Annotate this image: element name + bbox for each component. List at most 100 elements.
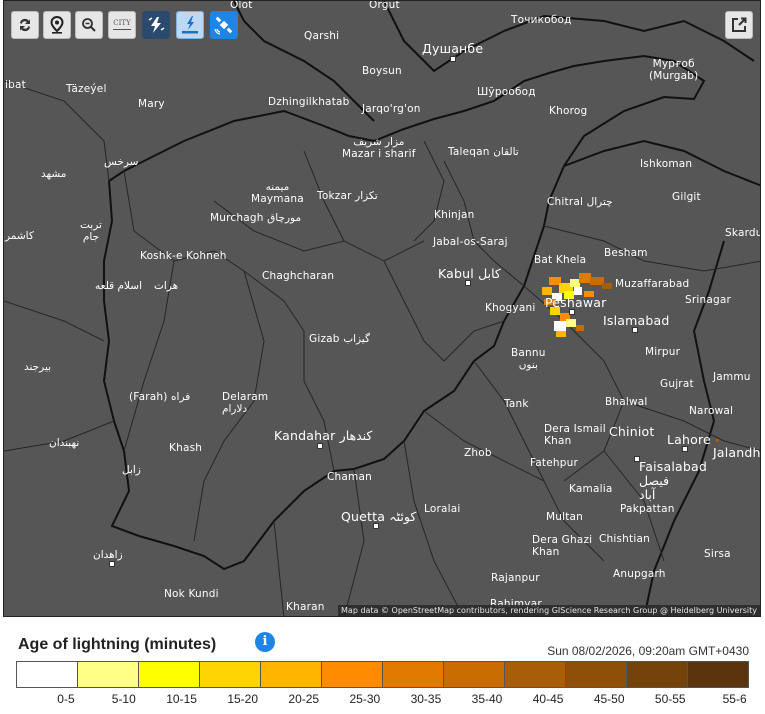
label-deraghazi: Dera Ghazi Khan <box>532 534 593 558</box>
label-nokkundi: Nok Kundi <box>164 588 219 600</box>
satellite-button[interactable] <box>210 11 238 39</box>
legend-tick-label: 10-15 <box>166 692 197 706</box>
city-dot <box>682 446 688 452</box>
legend-swatch <box>261 662 322 687</box>
city-toggle-button[interactable]: CITY <box>108 11 136 39</box>
label-qarshi: Qarshi <box>304 30 340 42</box>
label-islamabad: Islamabad <box>603 313 670 328</box>
legend-tick-label: 15-20 <box>227 692 259 706</box>
legend-swatch <box>505 662 566 687</box>
label-dushanbe: Душанбе <box>422 41 484 56</box>
label-zahedan: زاهدان <box>93 549 123 561</box>
city-toggle-label: CITY <box>113 19 131 27</box>
label-loralai: Loralai <box>424 503 461 515</box>
refresh-button[interactable] <box>11 11 39 39</box>
legend-swatch <box>383 662 444 687</box>
label-chaman: Chaman <box>327 471 372 483</box>
legend-swatch <box>627 662 688 687</box>
refresh-icon <box>20 18 30 32</box>
legend-swatch <box>444 662 505 687</box>
map-view[interactable]: Olot Orgut Точикобод Qarshi Душанбе Мурғ… <box>3 0 761 617</box>
label-sirsa: Sirsa <box>704 548 731 560</box>
label-narowal: Narowal <box>689 405 734 417</box>
label-rajanpur: Rajanpur <box>491 572 540 584</box>
legend-swatch <box>566 662 627 687</box>
label-boysun: Boysun <box>362 65 402 77</box>
label-mary: Mary <box>138 98 165 110</box>
legend-swatch <box>688 662 748 687</box>
label-lahore: Lahore <box>667 432 711 447</box>
legend-tick-label: 35-40 <box>471 692 503 706</box>
label-zabol: زابل <box>122 464 141 476</box>
label-khorog: Khorog <box>549 105 588 117</box>
label-kabul: Kabul کابل <box>438 266 501 281</box>
city-dot <box>465 280 471 286</box>
info-icon[interactable]: i <box>255 632 275 652</box>
lightning-strike-icon <box>182 16 198 34</box>
label-jammu: Jammu <box>713 371 751 383</box>
label-khash: Khash <box>169 442 203 454</box>
label-tokzar: Tokzar تکزار <box>317 190 378 202</box>
label-bhalwal: Bhalwal <box>605 396 648 408</box>
label-delaram: Delaram دلارام <box>222 391 269 415</box>
legend-swatch <box>17 662 78 687</box>
lightning-button[interactable] <box>142 11 170 39</box>
city-dot <box>634 456 640 462</box>
legend-swatch <box>78 662 139 687</box>
label-kandahar: Kandahar کندهار <box>274 428 373 443</box>
label-chiniot: Chiniot <box>609 424 655 439</box>
label-nehbandan: نهبندان <box>49 437 80 449</box>
label-koshk: Koshk-e Kohneh <box>140 250 227 262</box>
label-jarqorgon: Jarqo'rg'on <box>362 103 421 115</box>
label-peshawar: Peshawar <box>545 295 607 310</box>
label-shurobod: Шўрообод <box>477 86 536 98</box>
zoom-out-button[interactable] <box>75 11 103 39</box>
label-orgut: Orgut <box>369 0 400 11</box>
city-dot <box>317 443 323 449</box>
legend-tick-label: 55-6 <box>722 692 747 706</box>
legend-tick-label: 20-25 <box>288 692 320 706</box>
label-kashmar: کاشمر <box>5 230 34 242</box>
label-faisalabad: Faisalabad فیصل آباد <box>639 459 708 502</box>
legend-tick-label: 45-50 <box>593 692 625 706</box>
legend-swatch <box>322 662 383 687</box>
map-attribution[interactable]: Map data © OpenStreetMap contributors, r… <box>338 605 760 616</box>
label-maymana: میمنه Maymana <box>251 181 304 205</box>
share-button[interactable] <box>725 11 753 39</box>
label-kamalia: Kamalia <box>569 483 613 495</box>
label-farah: (Farah) فراه <box>129 391 191 403</box>
border-tajik <box>383 1 755 73</box>
label-taleqan: Taleqan تالقان <box>448 146 519 158</box>
label-birjand: بیرجند <box>24 361 52 373</box>
location-pin-icon <box>50 16 64 34</box>
label-muzaffarabad: Muzaffarabad <box>615 278 690 290</box>
legend-tick-label: 0-5 <box>57 692 75 706</box>
city-dot <box>373 523 379 529</box>
label-quetta: Quetta کوئٹہ <box>341 509 417 524</box>
label-olot: Olot <box>230 0 253 11</box>
zoom-out-icon <box>82 18 96 32</box>
location-button[interactable] <box>43 11 71 39</box>
city-dot <box>569 309 575 315</box>
label-mazar: مزار شریف Mazar i sharif <box>342 136 416 160</box>
lightning-strike-button[interactable] <box>176 11 204 39</box>
label-multan: Multan <box>546 511 584 523</box>
label-ibat: ibat <box>5 79 26 91</box>
timestamp: Sun 08/02/2026, 09:20am GMT+0430 <box>547 644 749 658</box>
label-ishkoman: Ishkoman <box>640 158 693 170</box>
label-murchagh: Murchagh مورچاق <box>210 212 302 224</box>
label-skardu: Skardu <box>725 227 761 239</box>
label-chishtian: Chishtian <box>599 533 650 545</box>
label-herat: هرات <box>154 280 179 292</box>
legend-color-scale <box>16 661 749 688</box>
label-tazeyel: Täzeýel <box>66 83 107 95</box>
label-chitral: Chitral چترال <box>547 196 613 208</box>
label-kharan: Kharan <box>286 601 325 613</box>
legend-tick-label: 40-45 <box>532 692 564 706</box>
city-dot <box>109 561 115 567</box>
label-gujrat: Gujrat <box>660 378 694 390</box>
city-dot <box>450 56 456 62</box>
label-murgab: Мурғоб (Murgab) <box>649 58 699 82</box>
legend-tick-label: 30-35 <box>410 692 442 706</box>
label-besham: Besham <box>604 247 648 259</box>
